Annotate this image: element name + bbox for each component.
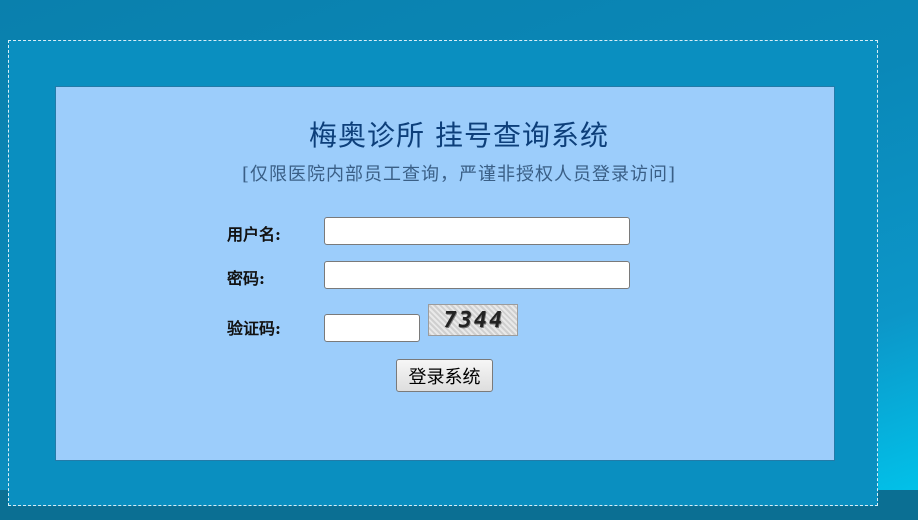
password-input[interactable]: [324, 261, 630, 289]
username-label: 用户名:: [227, 225, 281, 244]
captcha-text: 7344: [440, 307, 506, 333]
username-input[interactable]: [324, 217, 630, 245]
page-title: 梅奥诊所 挂号查询系统: [309, 119, 609, 152]
captcha-input[interactable]: [324, 314, 420, 342]
login-button[interactable]: 登录系统: [396, 359, 493, 392]
captcha-label: 验证码:: [227, 319, 281, 338]
captcha-image[interactable]: 7344: [428, 304, 518, 336]
password-label: 密码:: [227, 269, 265, 288]
page-subtitle: [仅限医院内部员工查询，严谨非授权人员登录访问]: [241, 164, 677, 185]
